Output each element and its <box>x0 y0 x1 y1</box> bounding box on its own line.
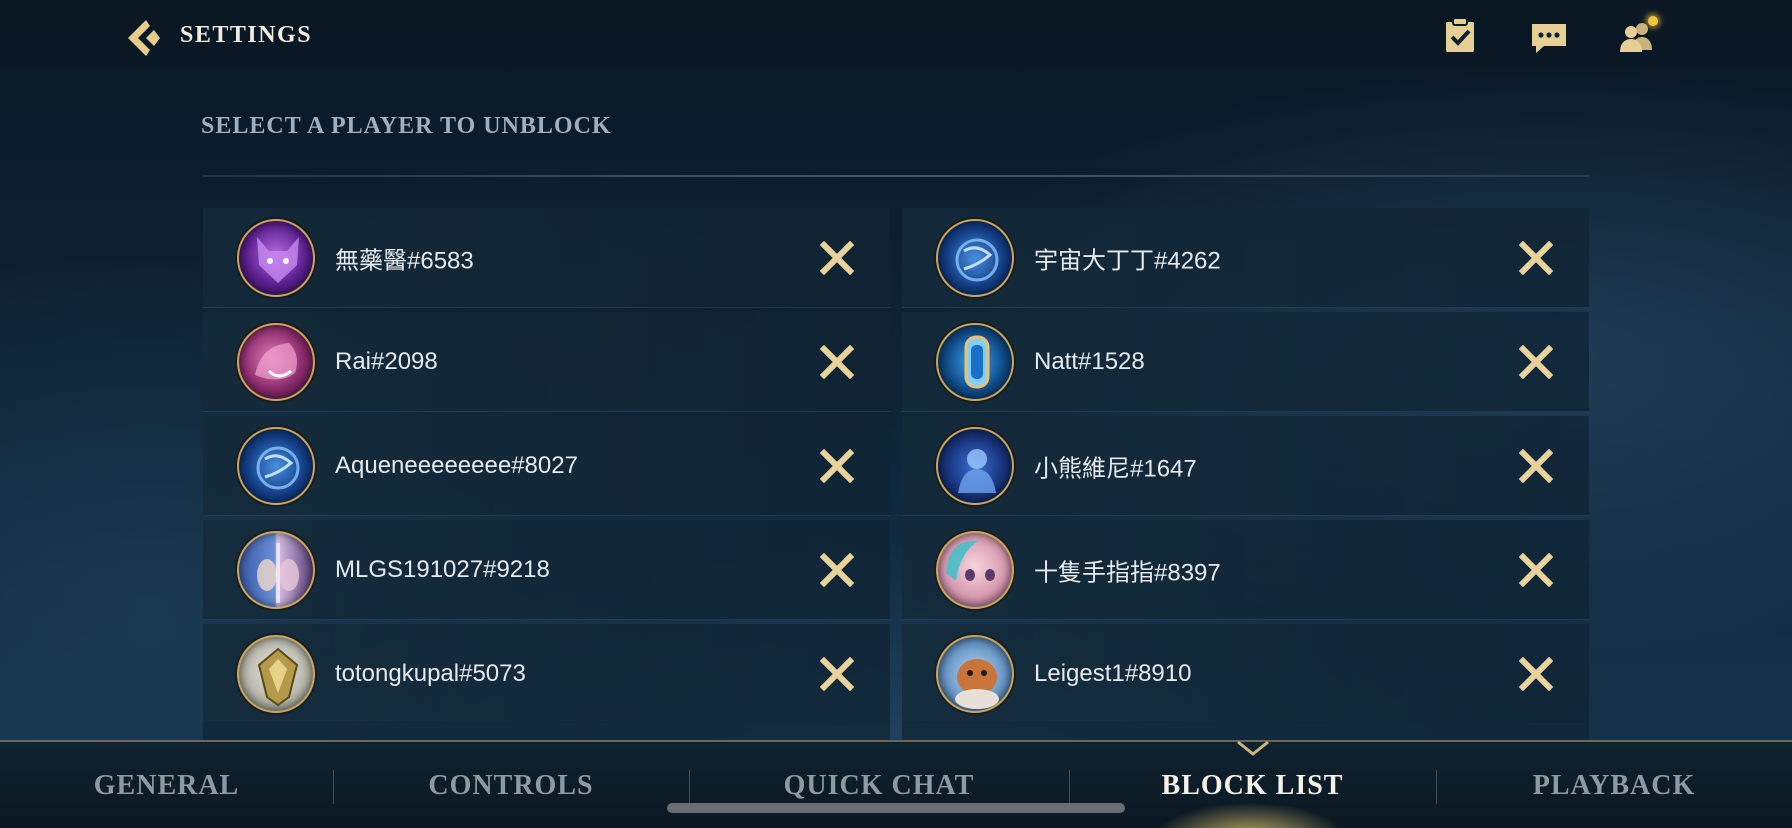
player-name: totongkupal#5073 <box>335 659 526 687</box>
beast-avatar-icon <box>257 236 299 283</box>
player-avatar <box>237 530 315 609</box>
player-name: 小熊維尼#1647 <box>1034 455 1197 482</box>
settings-screen: SETTINGS SELECT A PLAYER TO UNBLOCK 無藥醫#… <box>0 0 1792 828</box>
home-indicator[interactable] <box>667 803 1125 813</box>
tab-separator <box>1069 770 1070 804</box>
player-name: 十隻手指指#8397 <box>1034 559 1221 586</box>
player-avatar <box>237 426 315 505</box>
emblem-avatar-icon <box>257 647 299 706</box>
close-icon <box>819 656 855 691</box>
tab-playback[interactable]: PLAYBACK <box>1476 742 1752 828</box>
notification-dot <box>1648 16 1658 26</box>
player-name: Aqueneeeeeeee#8027 <box>335 451 578 479</box>
unblock-button[interactable] <box>1518 448 1554 483</box>
player-avatar <box>936 634 1014 713</box>
back-arrow-icon <box>128 20 160 56</box>
player-name: Natt#1528 <box>1034 347 1145 375</box>
blocked-player-row: 宇宙大丁丁#4262 <box>902 208 1589 308</box>
player-avatar <box>237 634 315 713</box>
blocked-player-row: totongkupal#5073 <box>203 624 890 724</box>
close-icon <box>819 344 855 379</box>
tab-separator <box>333 770 334 804</box>
unblock-button[interactable] <box>1518 552 1554 587</box>
orb-avatar-icon <box>256 446 300 489</box>
close-icon <box>1518 344 1554 379</box>
chat-button[interactable] <box>1527 14 1571 58</box>
unblock-button[interactable] <box>819 344 855 379</box>
chat-icon <box>1532 24 1566 53</box>
face-avatar-icon <box>946 540 995 581</box>
blocked-player-row: Aqueneeeeeeee#8027 <box>203 416 890 516</box>
close-icon <box>819 552 855 587</box>
blocked-player-row: Leigest1#8910 <box>902 624 1589 724</box>
tab-quick-chat[interactable]: QUICK CHAT <box>729 742 1029 828</box>
close-icon <box>819 240 855 275</box>
blocked-player-row: Rai#2098 <box>203 312 890 412</box>
list-item-partial <box>902 722 1589 742</box>
friends-button[interactable] <box>1616 14 1660 58</box>
player-avatar <box>237 218 315 297</box>
list-item-partial <box>203 722 890 742</box>
bottom-tab-bar: GENERAL CONTROLS QUICK CHAT BLOCK LIST P… <box>0 740 1792 828</box>
player-name: Leigest1#8910 <box>1034 659 1192 687</box>
unblock-button[interactable] <box>819 240 855 275</box>
blocked-player-row: Natt#1528 <box>902 312 1589 412</box>
close-icon <box>1518 656 1554 691</box>
back-button[interactable] <box>124 16 168 60</box>
blocked-players-list: 無藥醫#6583 宇宙大丁丁#4262 Rai#2098 Natt#1528 A… <box>203 208 1589 724</box>
player-avatar <box>237 322 315 401</box>
player-name: 無藥醫#6583 <box>335 247 474 274</box>
missions-button[interactable] <box>1438 14 1482 58</box>
tab-block-list[interactable]: BLOCK LIST <box>1109 742 1396 828</box>
player-avatar <box>936 530 1014 609</box>
blocked-player-row: MLGS191027#9218 <box>203 520 890 620</box>
close-icon <box>1518 448 1554 483</box>
unblock-button[interactable] <box>819 656 855 691</box>
unblock-button[interactable] <box>1518 240 1554 275</box>
tab-general[interactable]: GENERAL <box>40 742 293 828</box>
close-icon <box>1518 240 1554 275</box>
page-title: SETTINGS <box>180 22 313 48</box>
crystal-avatar-icon <box>964 335 990 388</box>
unblock-button[interactable] <box>1518 656 1554 691</box>
faces-avatar-icon <box>257 542 299 603</box>
divider <box>203 175 1589 177</box>
blocked-player-row: 無藥醫#6583 <box>203 208 890 308</box>
player-name: MLGS191027#9218 <box>335 555 550 583</box>
tab-separator <box>689 770 690 804</box>
creature-avatar-icon <box>955 658 999 709</box>
blocked-player-row: 十隻手指指#8397 <box>902 520 1589 620</box>
section-title: SELECT A PLAYER TO UNBLOCK <box>201 113 612 139</box>
player-avatar <box>936 322 1014 401</box>
unblock-button[interactable] <box>819 552 855 587</box>
tab-separator <box>1436 770 1437 804</box>
tab-controls[interactable]: CONTROLS <box>373 742 649 828</box>
player-avatar <box>936 426 1014 505</box>
unblock-button[interactable] <box>819 448 855 483</box>
unblock-button[interactable] <box>1518 344 1554 379</box>
blocked-player-row: 小熊維尼#1647 <box>902 416 1589 516</box>
player-name: Rai#2098 <box>335 347 438 375</box>
warrior-avatar-icon <box>958 448 996 493</box>
player-avatar <box>936 218 1014 297</box>
beast-avatar-icon <box>255 342 297 380</box>
close-icon <box>819 448 855 483</box>
orb-avatar-icon <box>955 238 999 281</box>
player-name: 宇宙大丁丁#4262 <box>1034 247 1221 274</box>
close-icon <box>1518 552 1554 587</box>
checklist-icon <box>1446 17 1474 52</box>
